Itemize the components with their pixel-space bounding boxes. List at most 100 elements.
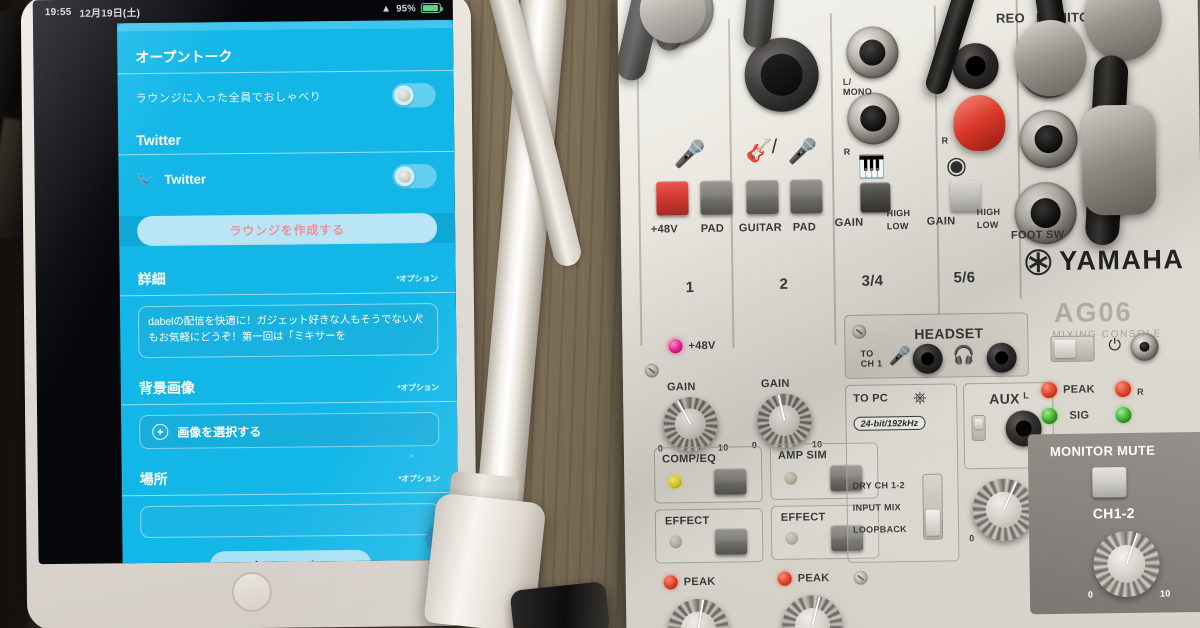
sig-led-left — [1041, 407, 1058, 425]
gain-knob-ch1[interactable] — [663, 396, 718, 452]
low-label-ch56: LOW — [976, 219, 999, 231]
sig-meter-label: SIG — [1069, 409, 1090, 422]
location-heading: 場所 *オプション — [121, 455, 458, 497]
open-talk-row[interactable]: ラウンジに入った全員でおしゃべり — [118, 71, 454, 123]
battery-icon — [420, 2, 441, 14]
peak-led-right — [1114, 380, 1132, 398]
pad-button-ch2[interactable] — [790, 179, 823, 214]
phantom-power-button[interactable] — [656, 181, 689, 216]
dabel-app-sheet: オープントーク ラウンジに入った全員でおしゃべり Twitter 🐦 Twitt… — [116, 19, 459, 564]
keyboard-icon: 🎹 — [857, 154, 886, 180]
meter-left-label: L — [1023, 390, 1030, 401]
effect-label-ch2: EFFECT — [780, 511, 826, 524]
screen-dust-speck-2 — [409, 454, 414, 458]
peak-label-ch2: PEAK — [797, 572, 830, 585]
r-label-rca: R — [941, 135, 949, 146]
twitter-row[interactable]: 🐦 Twitter — [118, 152, 454, 204]
rca-jack-left[interactable] — [952, 42, 999, 90]
headphones-icon: 🎧 — [952, 345, 976, 366]
home-button[interactable] — [231, 571, 273, 613]
monitor-knob-max: 10 — [1159, 588, 1171, 599]
gain-label-ch56: GAIN — [926, 215, 956, 228]
usb-icon: ⎈ — [913, 387, 927, 407]
microphone-icon-ch2: 🎤 — [787, 138, 818, 166]
headset-title: HEADSET — [914, 325, 984, 342]
phantom-power-led — [668, 339, 683, 354]
details-optional-tag: *オプション — [396, 274, 438, 284]
open-talk-label: ラウンジに入った全員でおしゃべり — [135, 91, 322, 106]
yamaha-wordmark: YAMAHA — [1059, 244, 1185, 276]
microphone-icon: 🎤 — [673, 138, 707, 170]
power-icon: ⏻ — [1108, 337, 1122, 355]
gain-knob-ch2[interactable] — [757, 393, 812, 449]
select-image-button[interactable]: + 画像を選択する — [139, 412, 440, 450]
ipad-screen[interactable]: 19:55 12月19日(土) ▲ 95% オープントーク ラウンジに入った全員… — [32, 0, 459, 565]
background-optional-tag: *オプション — [397, 383, 439, 393]
line-jack-3-r[interactable] — [846, 92, 900, 145]
aux-knob-min: 0 — [969, 533, 975, 544]
effect-button-ch1[interactable] — [715, 528, 748, 555]
location-input[interactable] — [140, 503, 441, 539]
details-textarea[interactable]: dabelの配信を快適に！ガジェット好きな人もそうでない人もお気軽にどうぞ！第一… — [137, 303, 439, 359]
monitor-mute-button[interactable] — [1092, 467, 1127, 498]
loopback-option: LOOPBACK — [852, 524, 908, 535]
guitar-button[interactable] — [746, 179, 779, 215]
twitter-toggle[interactable] — [392, 164, 437, 189]
to-pc-mode-switch[interactable] — [922, 473, 944, 540]
dry-ch-option: DRY CH 1-2 — [852, 480, 906, 491]
effect-led-ch1 — [669, 535, 683, 549]
phantom-power-label: +48V — [650, 223, 679, 236]
r-label-top: R — [843, 146, 851, 157]
line-jack-3-l[interactable] — [846, 26, 899, 79]
create-lounge-button[interactable]: ラウンジを作成する — [137, 213, 438, 247]
gain-knob-label-1: GAIN — [666, 381, 696, 394]
create-button-band: ラウンジを作成する — [119, 212, 456, 247]
status-time: 19:55 — [44, 6, 72, 18]
background-image-heading: 背景画像 *オプション — [120, 364, 457, 406]
phantom-power-indicator-label: +48V — [688, 339, 716, 353]
plug-ring-stereo — [1013, 19, 1087, 97]
status-date: 12月19日(土) — [79, 7, 141, 20]
level-knob-ch1[interactable] — [667, 598, 729, 628]
peak-label-ch1: PEAK — [683, 575, 716, 589]
open-talk-toggle[interactable] — [391, 83, 436, 108]
to-pc-title: TO PC — [853, 392, 889, 405]
plug-ring-monitor — [1083, 0, 1163, 62]
aux-select-switch[interactable] — [971, 414, 986, 442]
yamaha-tuning-fork-icon — [1025, 248, 1052, 275]
pad-button-ch1[interactable] — [700, 180, 733, 215]
gain-label-ch34: GAIN — [834, 216, 864, 230]
level-knob-ch2[interactable] — [781, 595, 843, 628]
panel-screw-lower — [853, 570, 868, 585]
aux-title: AUX — [989, 390, 1020, 407]
to-ch1-label: TO CH 1 — [860, 348, 883, 370]
open-talk-heading: オープントーク — [117, 33, 454, 75]
amp-sim-label: AMP SIM — [777, 449, 828, 462]
turntable-icon: ◉ — [945, 152, 968, 180]
peak-led-ch2 — [777, 571, 792, 586]
foot-sw-label: FOOT SW — [1010, 228, 1065, 242]
aux-level-knob[interactable] — [972, 478, 1036, 542]
monitor-knob-min: 0 — [1087, 589, 1094, 600]
share-up-icon: ⇪ — [252, 559, 262, 563]
monitor-mute-title: MONITOR MUTE — [1049, 442, 1156, 460]
peak-led-left — [1040, 381, 1058, 399]
high-label-ch56: HIGH — [976, 206, 1001, 218]
power-switch[interactable] — [1050, 335, 1095, 363]
dc-in-jack[interactable] — [1130, 332, 1159, 361]
guitar-label: GUITAR — [738, 221, 783, 235]
location-optional-tag: *オプション — [398, 474, 440, 484]
effect-label-ch1: EFFECT — [664, 514, 710, 528]
comp-eq-button[interactable] — [714, 468, 747, 495]
share-button[interactable]: ⇪ シェアする — [209, 549, 372, 564]
meter-right-label: R — [1137, 386, 1145, 397]
sig-led-right — [1115, 406, 1132, 424]
monitor-out-jack[interactable] — [1019, 109, 1079, 169]
select-image-label: 画像を選択する — [177, 424, 262, 440]
model-name: AG06 — [1053, 296, 1133, 329]
input-mix-option: INPUT MIX — [852, 502, 901, 513]
combo-jack-ch2[interactable] — [744, 37, 820, 113]
rca-jack-right-red[interactable] — [952, 94, 1006, 152]
screen-dust-speck-1 — [418, 314, 424, 319]
microphone-icon-headset: 🎤 — [888, 346, 912, 367]
